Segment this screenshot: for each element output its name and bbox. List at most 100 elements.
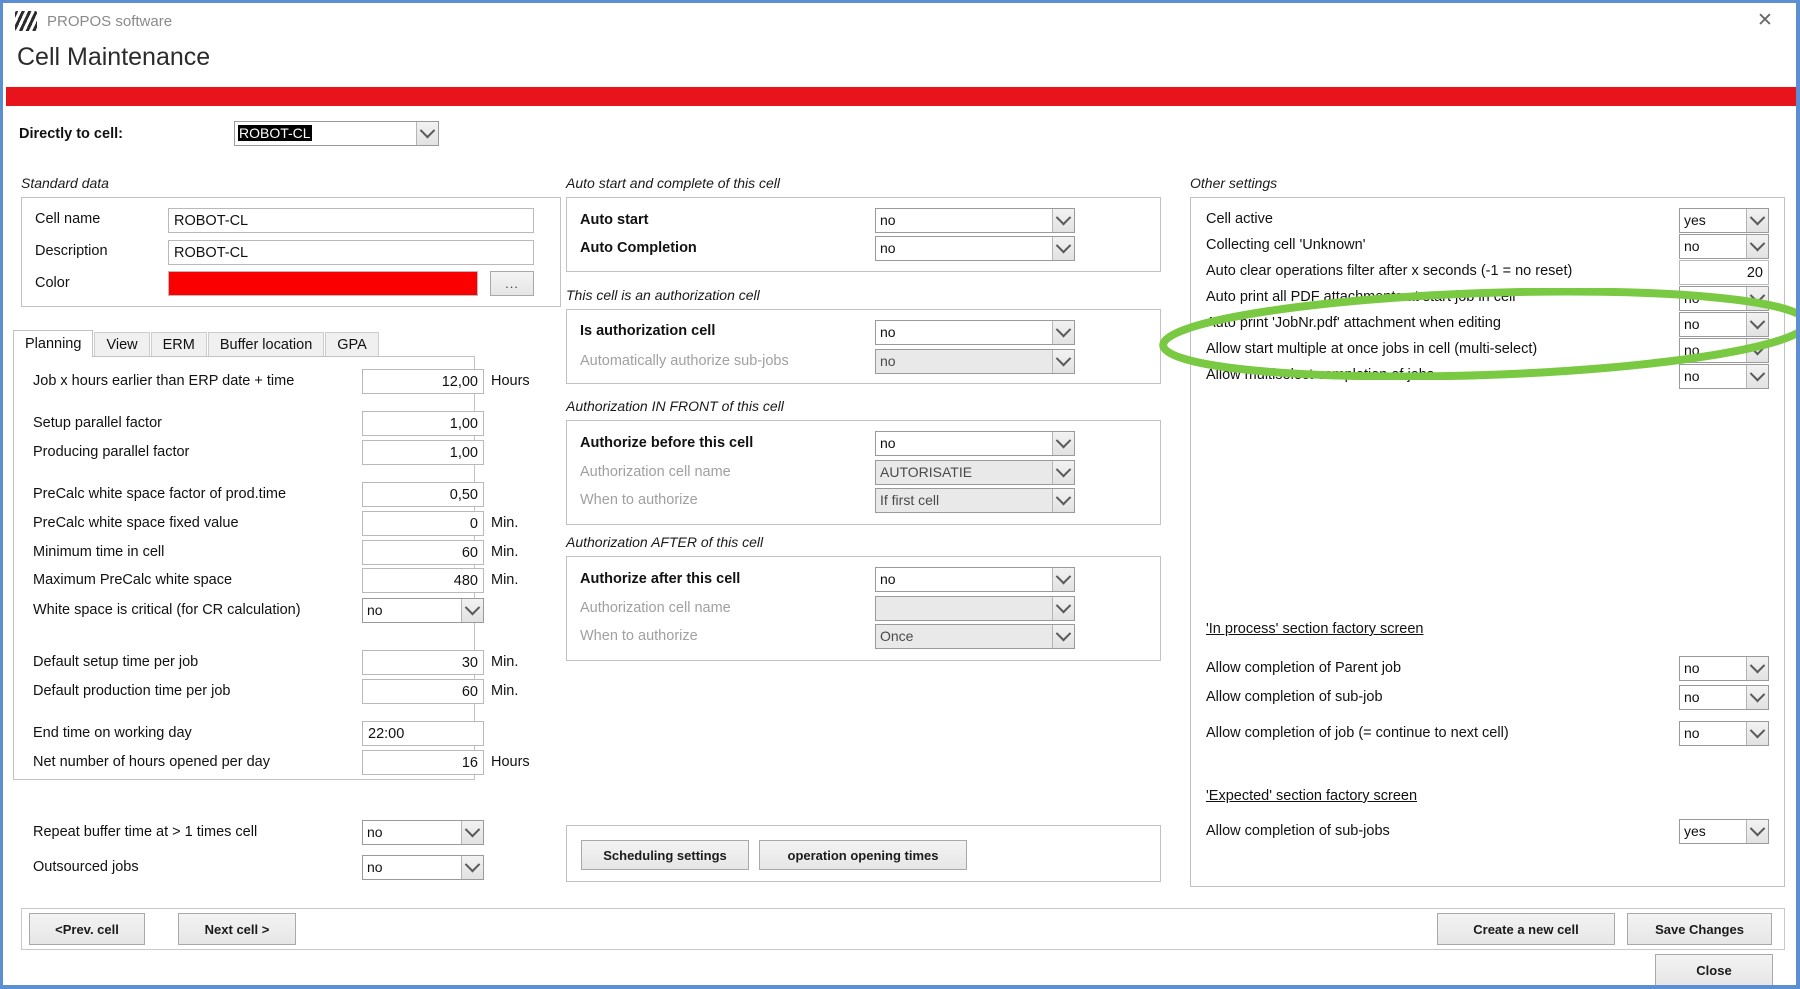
scheduling-settings-button[interactable]: Scheduling settings bbox=[581, 840, 749, 870]
chevron-down-icon[interactable] bbox=[1052, 625, 1074, 648]
tab-erm[interactable]: ERM bbox=[150, 332, 207, 357]
planning-input-0[interactable]: 12,00 bbox=[362, 369, 484, 394]
tab-view[interactable]: View bbox=[94, 332, 150, 357]
prev-cell-button[interactable]: <Prev. cell bbox=[29, 913, 145, 945]
chevron-down-icon[interactable] bbox=[1746, 365, 1768, 388]
allow-completion-job-value: no bbox=[1684, 725, 1700, 741]
authorization-cell-name-front-label: Authorization cell name bbox=[580, 464, 731, 480]
authorization-cell-name-front-value: AUTORISATIE bbox=[880, 464, 973, 480]
cell-active-combo[interactable]: yes bbox=[1679, 208, 1769, 233]
chevron-down-icon[interactable] bbox=[1746, 235, 1768, 258]
authorization-cell-name-after-combo[interactable] bbox=[875, 596, 1075, 621]
operation-opening-times-button[interactable]: operation opening times bbox=[759, 840, 967, 870]
description-input[interactable]: ROBOT-CL bbox=[168, 240, 534, 265]
planning-input-11[interactable]: 16 bbox=[362, 750, 484, 775]
allow-start-multiple-combo[interactable]: no bbox=[1679, 338, 1769, 363]
chevron-down-icon[interactable] bbox=[1746, 313, 1768, 336]
chevron-down-icon[interactable] bbox=[461, 821, 483, 844]
accent-bar bbox=[6, 87, 1796, 106]
chevron-down-icon[interactable] bbox=[461, 599, 483, 622]
allow-multiselect-completion-combo[interactable]: no bbox=[1679, 364, 1769, 389]
planning-input-6[interactable]: 480 bbox=[362, 568, 484, 593]
next-cell-button[interactable]: Next cell > bbox=[178, 913, 296, 945]
authorization-after-caption: Authorization AFTER of this cell bbox=[566, 534, 764, 550]
collecting-cell-unknown-combo[interactable]: no bbox=[1679, 234, 1769, 259]
auto-print-jobnr-pdf-combo[interactable]: no bbox=[1679, 312, 1769, 337]
chevron-down-icon[interactable] bbox=[1052, 237, 1074, 260]
allow-completion-sub-jobs-expected-value: yes bbox=[1684, 823, 1706, 839]
cell-active-value: yes bbox=[1684, 212, 1706, 228]
tab-buffer-location[interactable]: Buffer location bbox=[207, 332, 325, 357]
chevron-down-icon[interactable] bbox=[1052, 321, 1074, 344]
planning-input-4[interactable]: 0 bbox=[362, 511, 484, 536]
chevron-down-icon[interactable] bbox=[416, 122, 438, 145]
chevron-down-icon[interactable] bbox=[1746, 657, 1768, 680]
chevron-down-icon[interactable] bbox=[1052, 350, 1074, 373]
planning-input-9[interactable]: 60 bbox=[362, 679, 484, 704]
planning-input-10[interactable]: 22:00 bbox=[362, 721, 484, 746]
chevron-down-icon[interactable] bbox=[461, 856, 483, 879]
collecting-cell-unknown-value: no bbox=[1684, 238, 1700, 254]
chevron-down-icon[interactable] bbox=[1052, 461, 1074, 484]
when-to-authorize-after-combo[interactable]: Once bbox=[875, 624, 1075, 649]
close-button[interactable]: Close bbox=[1655, 954, 1773, 985]
cell-maintenance-window: PROPOS software ✕ Cell Maintenance Direc… bbox=[0, 0, 1800, 989]
chevron-down-icon[interactable] bbox=[1052, 209, 1074, 232]
planning-unit-6: Min. bbox=[491, 572, 519, 588]
chevron-down-icon[interactable] bbox=[1746, 209, 1768, 232]
authorize-before-combo[interactable]: no bbox=[875, 431, 1075, 456]
when-to-authorize-front-value: If first cell bbox=[880, 492, 940, 508]
save-changes-button[interactable]: Save Changes bbox=[1627, 913, 1772, 945]
auto-authorize-subjobs-combo[interactable]: no bbox=[875, 349, 1075, 374]
planning-label-3: PreCalc white space factor of prod.time bbox=[33, 486, 287, 502]
planning-input-8[interactable]: 30 bbox=[362, 650, 484, 675]
chevron-down-icon[interactable] bbox=[1052, 432, 1074, 455]
cell-name-input[interactable]: ROBOT-CL bbox=[168, 208, 534, 233]
color-browse-button[interactable]: ... bbox=[490, 271, 534, 296]
when-to-authorize-after-label: When to authorize bbox=[580, 628, 698, 644]
color-swatch[interactable] bbox=[168, 271, 478, 296]
auto-start-combo[interactable]: no bbox=[875, 208, 1075, 233]
allow-completion-job-combo[interactable]: no bbox=[1679, 721, 1769, 746]
chevron-down-icon[interactable] bbox=[1052, 489, 1074, 512]
chevron-down-icon[interactable] bbox=[1746, 339, 1768, 362]
chevron-down-icon[interactable] bbox=[1746, 820, 1768, 843]
directly-to-cell-label: Directly to cell: bbox=[19, 125, 123, 142]
auto-start-value: no bbox=[880, 212, 896, 228]
planning-input-3[interactable]: 0,50 bbox=[362, 482, 484, 507]
planning-combo-7[interactable]: no bbox=[362, 598, 484, 623]
chevron-down-icon[interactable] bbox=[1746, 686, 1768, 709]
planning-input-2[interactable]: 1,00 bbox=[362, 440, 484, 465]
authorize-after-combo[interactable]: no bbox=[875, 567, 1075, 592]
tab-gpa[interactable]: GPA bbox=[325, 332, 379, 357]
auto-print-pdf-attachments-combo[interactable]: no bbox=[1679, 286, 1769, 311]
tab-planning[interactable]: Planning bbox=[13, 330, 94, 357]
directly-to-cell-select[interactable]: ROBOT-CL bbox=[234, 121, 439, 146]
is-authorization-cell-combo[interactable]: no bbox=[875, 320, 1075, 345]
planning-input-1[interactable]: 1,00 bbox=[362, 411, 484, 436]
create-new-cell-button[interactable]: Create a new cell bbox=[1437, 913, 1615, 945]
allow-completion-sub-job-combo[interactable]: no bbox=[1679, 685, 1769, 710]
chevron-down-icon[interactable] bbox=[1746, 722, 1768, 745]
planning-label-7: White space is critical (for CR calculat… bbox=[33, 602, 301, 618]
planning-label-5: Minimum time in cell bbox=[33, 544, 165, 560]
auto-completion-combo[interactable]: no bbox=[875, 236, 1075, 261]
planning-combo-13[interactable]: no bbox=[362, 855, 484, 880]
chevron-down-icon[interactable] bbox=[1746, 287, 1768, 310]
authorization-cell-name-front-combo[interactable]: AUTORISATIE bbox=[875, 460, 1075, 485]
footer-zone bbox=[6, 950, 1796, 985]
planning-combo-12[interactable]: no bbox=[362, 820, 484, 845]
chevron-down-icon[interactable] bbox=[1052, 568, 1074, 591]
chevron-down-icon[interactable] bbox=[1052, 597, 1074, 620]
close-icon[interactable]: ✕ bbox=[1750, 7, 1780, 33]
auto-clear-operations-filter-input[interactable]: 20 bbox=[1679, 260, 1769, 285]
cell-name-label: Cell name bbox=[35, 211, 101, 227]
allow-completion-parent-job-combo[interactable]: no bbox=[1679, 656, 1769, 681]
when-to-authorize-front-combo[interactable]: If first cell bbox=[875, 488, 1075, 513]
auto-start-caption: Auto start and complete of this cell bbox=[566, 175, 780, 191]
planning-input-5[interactable]: 60 bbox=[362, 540, 484, 565]
allow-completion-parent-job-value: no bbox=[1684, 660, 1700, 676]
propos-logo-icon bbox=[15, 11, 37, 31]
other-settings-caption: Other settings bbox=[1190, 175, 1278, 191]
allow-completion-sub-jobs-expected-combo[interactable]: yes bbox=[1679, 819, 1769, 844]
